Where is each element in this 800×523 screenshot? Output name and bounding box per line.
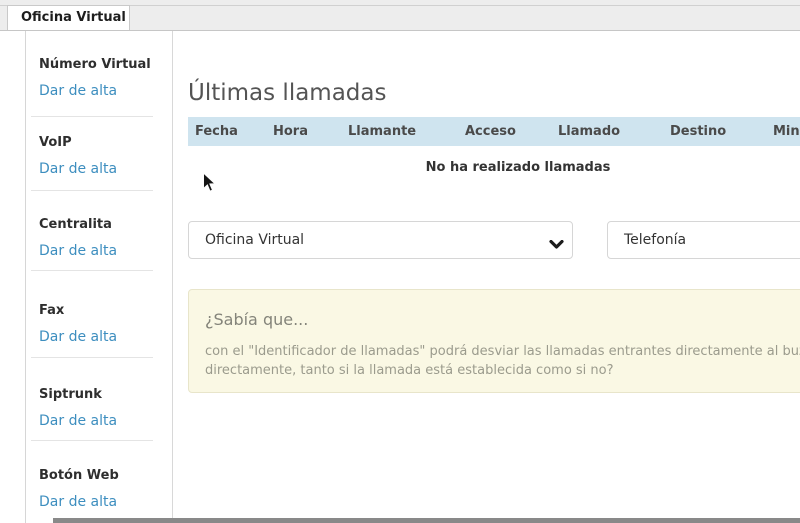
- screen: Oficina Virtual Número Virtual Dar de al…: [0, 0, 800, 523]
- sidebar-link-dar-de-alta-boton-web[interactable]: Dar de alta: [39, 494, 119, 510]
- sidebar-section-title: Fax: [39, 303, 117, 319]
- column-header-hora: Hora: [266, 117, 341, 146]
- sidebar-section-boton-web: Botón Web Dar de alta: [39, 468, 119, 510]
- column-header-minutos: Minutos: [766, 117, 800, 146]
- select-value: Oficina Virtual: [189, 222, 572, 258]
- sidebar-divider: [31, 190, 153, 191]
- column-header-llamado: Llamado: [551, 117, 663, 146]
- chevron-down-icon: [549, 235, 564, 254]
- column-header-acceso: Acceso: [458, 117, 551, 146]
- page-title: Últimas llamadas: [188, 77, 386, 109]
- select-value: Telefonía: [608, 222, 800, 258]
- sidebar-section-siptrunk: Siptrunk Dar de alta: [39, 387, 117, 429]
- tab-oficina-virtual[interactable]: Oficina Virtual: [7, 5, 130, 30]
- sidebar-link-dar-de-alta-voip[interactable]: Dar de alta: [39, 161, 117, 177]
- tab-label: Oficina Virtual: [8, 6, 129, 30]
- column-header-fecha: Fecha: [188, 117, 266, 146]
- sidebar-divider: [31, 440, 153, 441]
- sidebar-divider: [31, 357, 153, 358]
- column-header-llamante: Llamante: [341, 117, 458, 146]
- sidebar-section-title: Número Virtual: [39, 57, 151, 73]
- sidebar-link-dar-de-alta-siptrunk[interactable]: Dar de alta: [39, 413, 117, 429]
- sidebar-section-title: Centralita: [39, 217, 117, 233]
- tip-title: ¿Sabía que...: [205, 310, 800, 330]
- sidebar-link-dar-de-alta-fax[interactable]: Dar de alta: [39, 329, 117, 345]
- sidebar-section-numero-virtual: Número Virtual Dar de alta: [39, 57, 151, 99]
- select-telefonia[interactable]: Telefonía: [607, 221, 800, 259]
- table-empty-message: No ha realizado llamadas: [188, 156, 800, 180]
- tip-text-line2: directamente, tanto si la llamada está e…: [205, 361, 800, 380]
- sidebar-section-title: VoIP: [39, 135, 117, 151]
- sidebar-link-dar-de-alta-centralita[interactable]: Dar de alta: [39, 243, 117, 259]
- select-oficina-virtual[interactable]: Oficina Virtual: [188, 221, 573, 259]
- sidebar-divider: [31, 116, 153, 117]
- column-header-destino: Destino: [663, 117, 766, 146]
- calls-table-header-row: Fecha Hora Llamante Acceso Llamado Desti…: [188, 117, 800, 146]
- sidebar-divider: [31, 270, 153, 271]
- sidebar-section-centralita: Centralita Dar de alta: [39, 217, 117, 259]
- sidebar-link-dar-de-alta-numero-virtual[interactable]: Dar de alta: [39, 83, 151, 99]
- sidebar-section-fax: Fax Dar de alta: [39, 303, 117, 345]
- sidebar-section-voip: VoIP Dar de alta: [39, 135, 117, 177]
- sidebar-section-title: Siptrunk: [39, 387, 117, 403]
- sidebar-section-title: Botón Web: [39, 468, 119, 484]
- bottom-window-edge: [53, 518, 800, 523]
- tip-box: ¿Sabía que... con el "Identificador de l…: [188, 289, 800, 393]
- sidebar: Número Virtual Dar de alta VoIP Dar de a…: [25, 31, 172, 523]
- tip-text-line1: con el "Identificador de llamadas" podrá…: [205, 342, 800, 361]
- header-bar: Oficina Virtual: [0, 0, 800, 31]
- main-content: Últimas llamadas Fecha Hora Llamante Acc…: [173, 31, 800, 523]
